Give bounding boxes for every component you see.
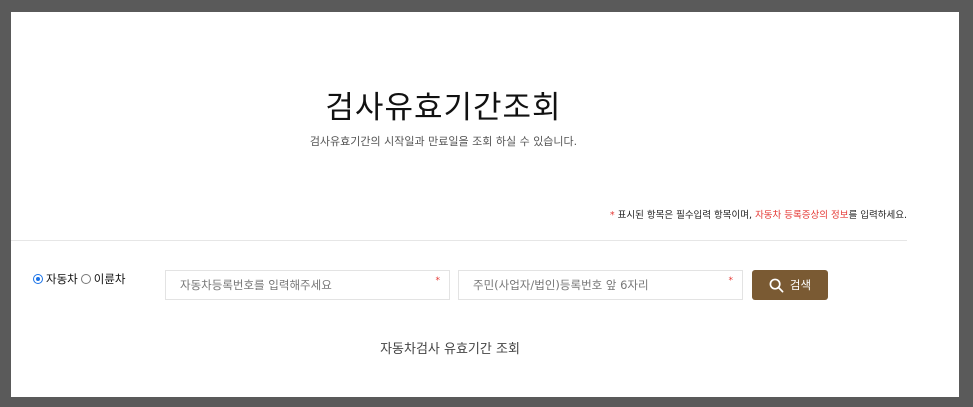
required-notice: * 표시된 항목은 필수입력 항목이며, 자동차 등록증상의 정보를 입력하세요. (610, 207, 907, 221)
search-icon (769, 278, 784, 292)
divider (11, 240, 907, 241)
radio-motorcycle[interactable]: 이륜차 (80, 271, 126, 287)
search-button-label: 검색 (789, 278, 812, 292)
search-button[interactable]: 검색 (752, 270, 828, 300)
page-title: 검사유효기간조회 (325, 90, 562, 126)
notice-highlight: 자동차 등록증상의 정보 (755, 210, 849, 221)
id-number-input[interactable] (459, 271, 742, 299)
notice-text-after: 를 입력하세요. (848, 210, 907, 221)
id-number-field: * (458, 270, 743, 300)
radio-car-label: 자동차 (46, 272, 78, 286)
content-panel: 검사유효기간조회 검사유효기간의 시작일과 만료일을 조회 하실 수 있습니다.… (11, 12, 959, 397)
required-star: * (609, 210, 615, 221)
result-caption: 자동차검사 유효기간 조회 (380, 342, 520, 357)
vehicle-type-radio-group: 자동차 이륜차 (33, 271, 126, 287)
radio-motorcycle-button[interactable] (80, 274, 91, 284)
car-number-input[interactable] (166, 271, 449, 299)
radio-car[interactable]: 자동차 (33, 271, 78, 287)
radio-motorcycle-label: 이륜차 (93, 272, 126, 286)
car-number-field: * (165, 270, 450, 300)
car-number-required-mark: * (435, 276, 441, 286)
notice-text-before: 표시된 항목은 필수입력 항목이며, (617, 210, 756, 221)
radio-car-button[interactable] (33, 274, 43, 284)
id-number-required-mark: * (728, 276, 734, 286)
page-subtitle: 검사유효기간의 시작일과 만료일을 조회 하실 수 있습니다. (309, 135, 578, 148)
